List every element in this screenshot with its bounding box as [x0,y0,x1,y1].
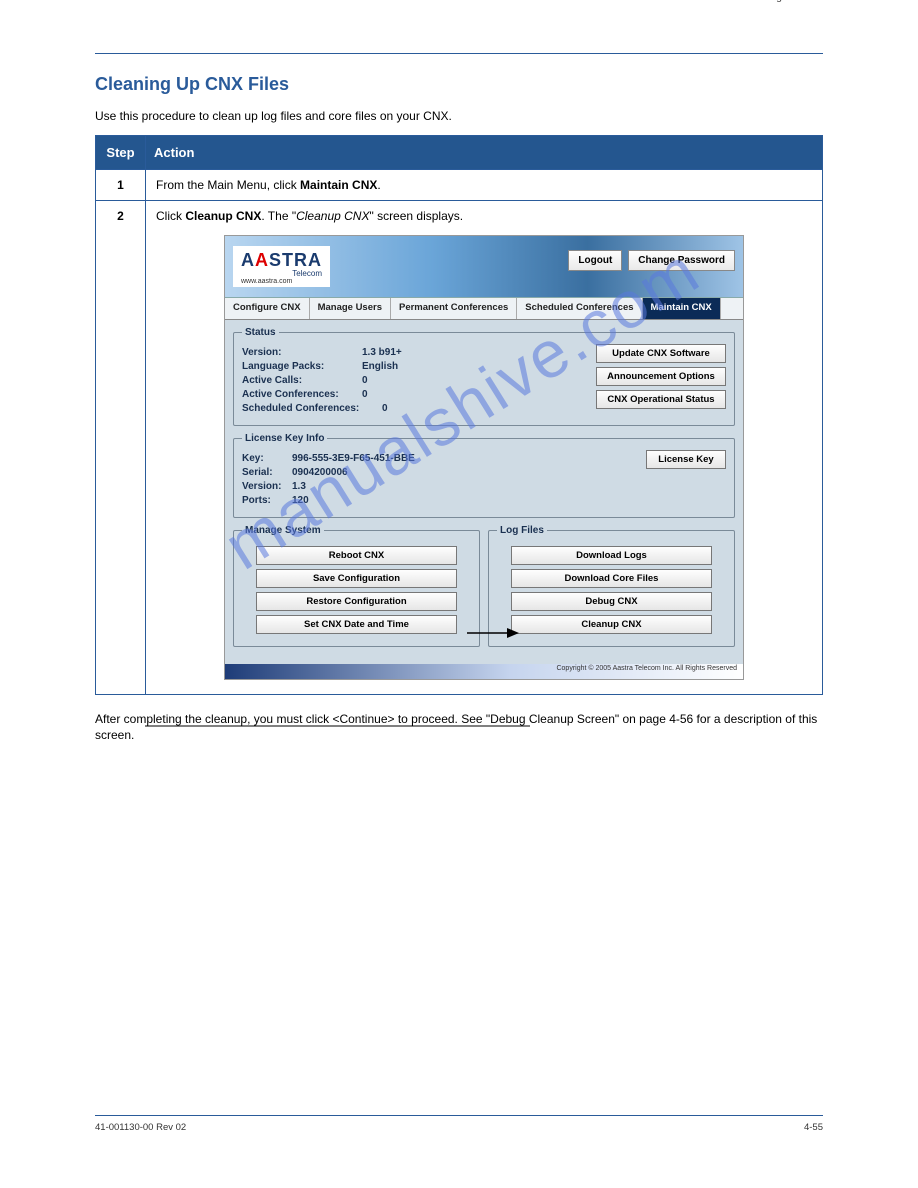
status-legend: Status [242,327,279,338]
active-conferences-label: Active Conferences: [242,389,362,400]
footer-page-number: 4-55 [804,1122,823,1133]
step-number: 2 [96,200,146,694]
cnx-operational-status-button[interactable]: CNX Operational Status [596,390,726,409]
intro-text: Use this procedure to clean up log files… [95,109,823,125]
ss-header: AASTRA Telecom www.aastra.com Logout Cha… [225,236,743,298]
col-step: Step [96,135,146,169]
license-key-label: Key: [242,453,292,464]
brand-url: www.aastra.com [241,278,322,285]
download-core-files-button[interactable]: Download Core Files [511,569,713,588]
procedure-table: Step Action 1 From the Main Menu, click … [95,135,823,695]
manage-system-legend: Manage System [242,525,324,536]
tab-maintain-cnx[interactable]: Maintain CNX [643,298,721,319]
serial-label: Serial: [242,467,292,478]
step-text: " screen displays. [369,209,463,223]
table-row: 2 Click Cleanup CNX. The "Cleanup CNX" s… [96,200,823,694]
set-date-time-button[interactable]: Set CNX Date and Time [256,615,458,634]
license-key-value: 996-555-3E9-F65-451-BBE [292,453,415,464]
version-value: 1.3 b91+ [362,347,402,358]
license-version-label: Version: [242,481,292,492]
tab-manage-users[interactable]: Manage Users [310,298,391,319]
section-title: Cleaning Up CNX Files [95,74,823,95]
download-logs-button[interactable]: Download Logs [511,546,713,565]
active-calls-label: Active Calls: [242,375,362,386]
log-files-legend: Log Files [497,525,547,536]
save-configuration-button[interactable]: Save Configuration [256,569,458,588]
manage-system-fieldset: Manage System Reboot CNX Save Configurat… [233,525,480,647]
step-bold: Maintain CNX [300,178,377,192]
header-rule [95,53,823,54]
after-table-text: After completing the cleanup, you must c… [95,711,823,743]
step-text: . [377,178,380,192]
scheduled-conferences-value: 0 [382,403,388,414]
license-fieldset: License Key Info License Key Key:996-555… [233,433,735,518]
update-cnx-software-button[interactable]: Update CNX Software [596,344,726,363]
step-number: 1 [96,169,146,200]
license-key-button[interactable]: License Key [646,450,726,469]
active-conferences-value: 0 [362,389,368,400]
license-version-value: 1.3 [292,481,306,492]
brand-logo: AASTRA Telecom www.aastra.com [233,246,330,287]
step-italic: Cleanup CNX [296,209,369,223]
step-text: Click [156,209,185,223]
active-calls-value: 0 [362,375,368,386]
screenshot: AASTRA Telecom www.aastra.com Logout Cha… [224,235,744,680]
step-bold: Cleanup CNX [185,209,261,223]
brand-text: AASTRA [241,250,322,271]
table-row: 1 From the Main Menu, click Maintain CNX… [96,169,823,200]
footer-doc-id: 41-001130-00 Rev 02 [95,1122,186,1133]
ports-label: Ports: [242,495,292,506]
restore-configuration-button[interactable]: Restore Configuration [256,592,458,611]
announcement-options-button[interactable]: Announcement Options [596,367,726,386]
col-action: Action [146,135,823,169]
step-text: . The " [261,209,296,223]
log-files-fieldset: Log Files Download Logs Download Core Fi… [488,525,735,647]
logout-button[interactable]: Logout [568,250,622,271]
tab-bar: Configure CNX Manage Users Permanent Con… [225,298,743,320]
language-packs-label: Language Packs: [242,361,362,372]
change-password-button[interactable]: Change Password [628,250,735,271]
running-header: Maintaining the CNX [95,0,823,3]
copyright-text: Copyright © 2005 Aastra Telecom Inc. All… [556,665,737,672]
serial-value: 0904200006 [292,467,348,478]
reboot-cnx-button[interactable]: Reboot CNX [256,546,458,565]
status-fieldset: Status Update CNX Software Announcement … [233,327,735,426]
ss-footer: Copyright © 2005 Aastra Telecom Inc. All… [225,664,743,679]
debug-cnx-button[interactable]: Debug CNX [511,592,713,611]
language-packs-value: English [362,361,398,372]
step-text: From the Main Menu, click [156,178,300,192]
ports-value: 120 [292,495,309,506]
scheduled-conferences-label: Scheduled Conferences: [242,403,382,414]
tab-configure-cnx[interactable]: Configure CNX [225,298,310,319]
cleanup-cnx-button[interactable]: Cleanup CNX [511,615,713,634]
tab-scheduled-conferences[interactable]: Scheduled Conferences [517,298,642,319]
page-footer: 41-001130-00 Rev 02 4-55 [95,1115,823,1133]
footer-rule [95,1115,823,1116]
tab-permanent-conferences[interactable]: Permanent Conferences [391,298,517,319]
license-legend: License Key Info [242,433,327,444]
version-label: Version: [242,347,362,358]
ss-body: Status Update CNX Software Announcement … [225,320,743,664]
